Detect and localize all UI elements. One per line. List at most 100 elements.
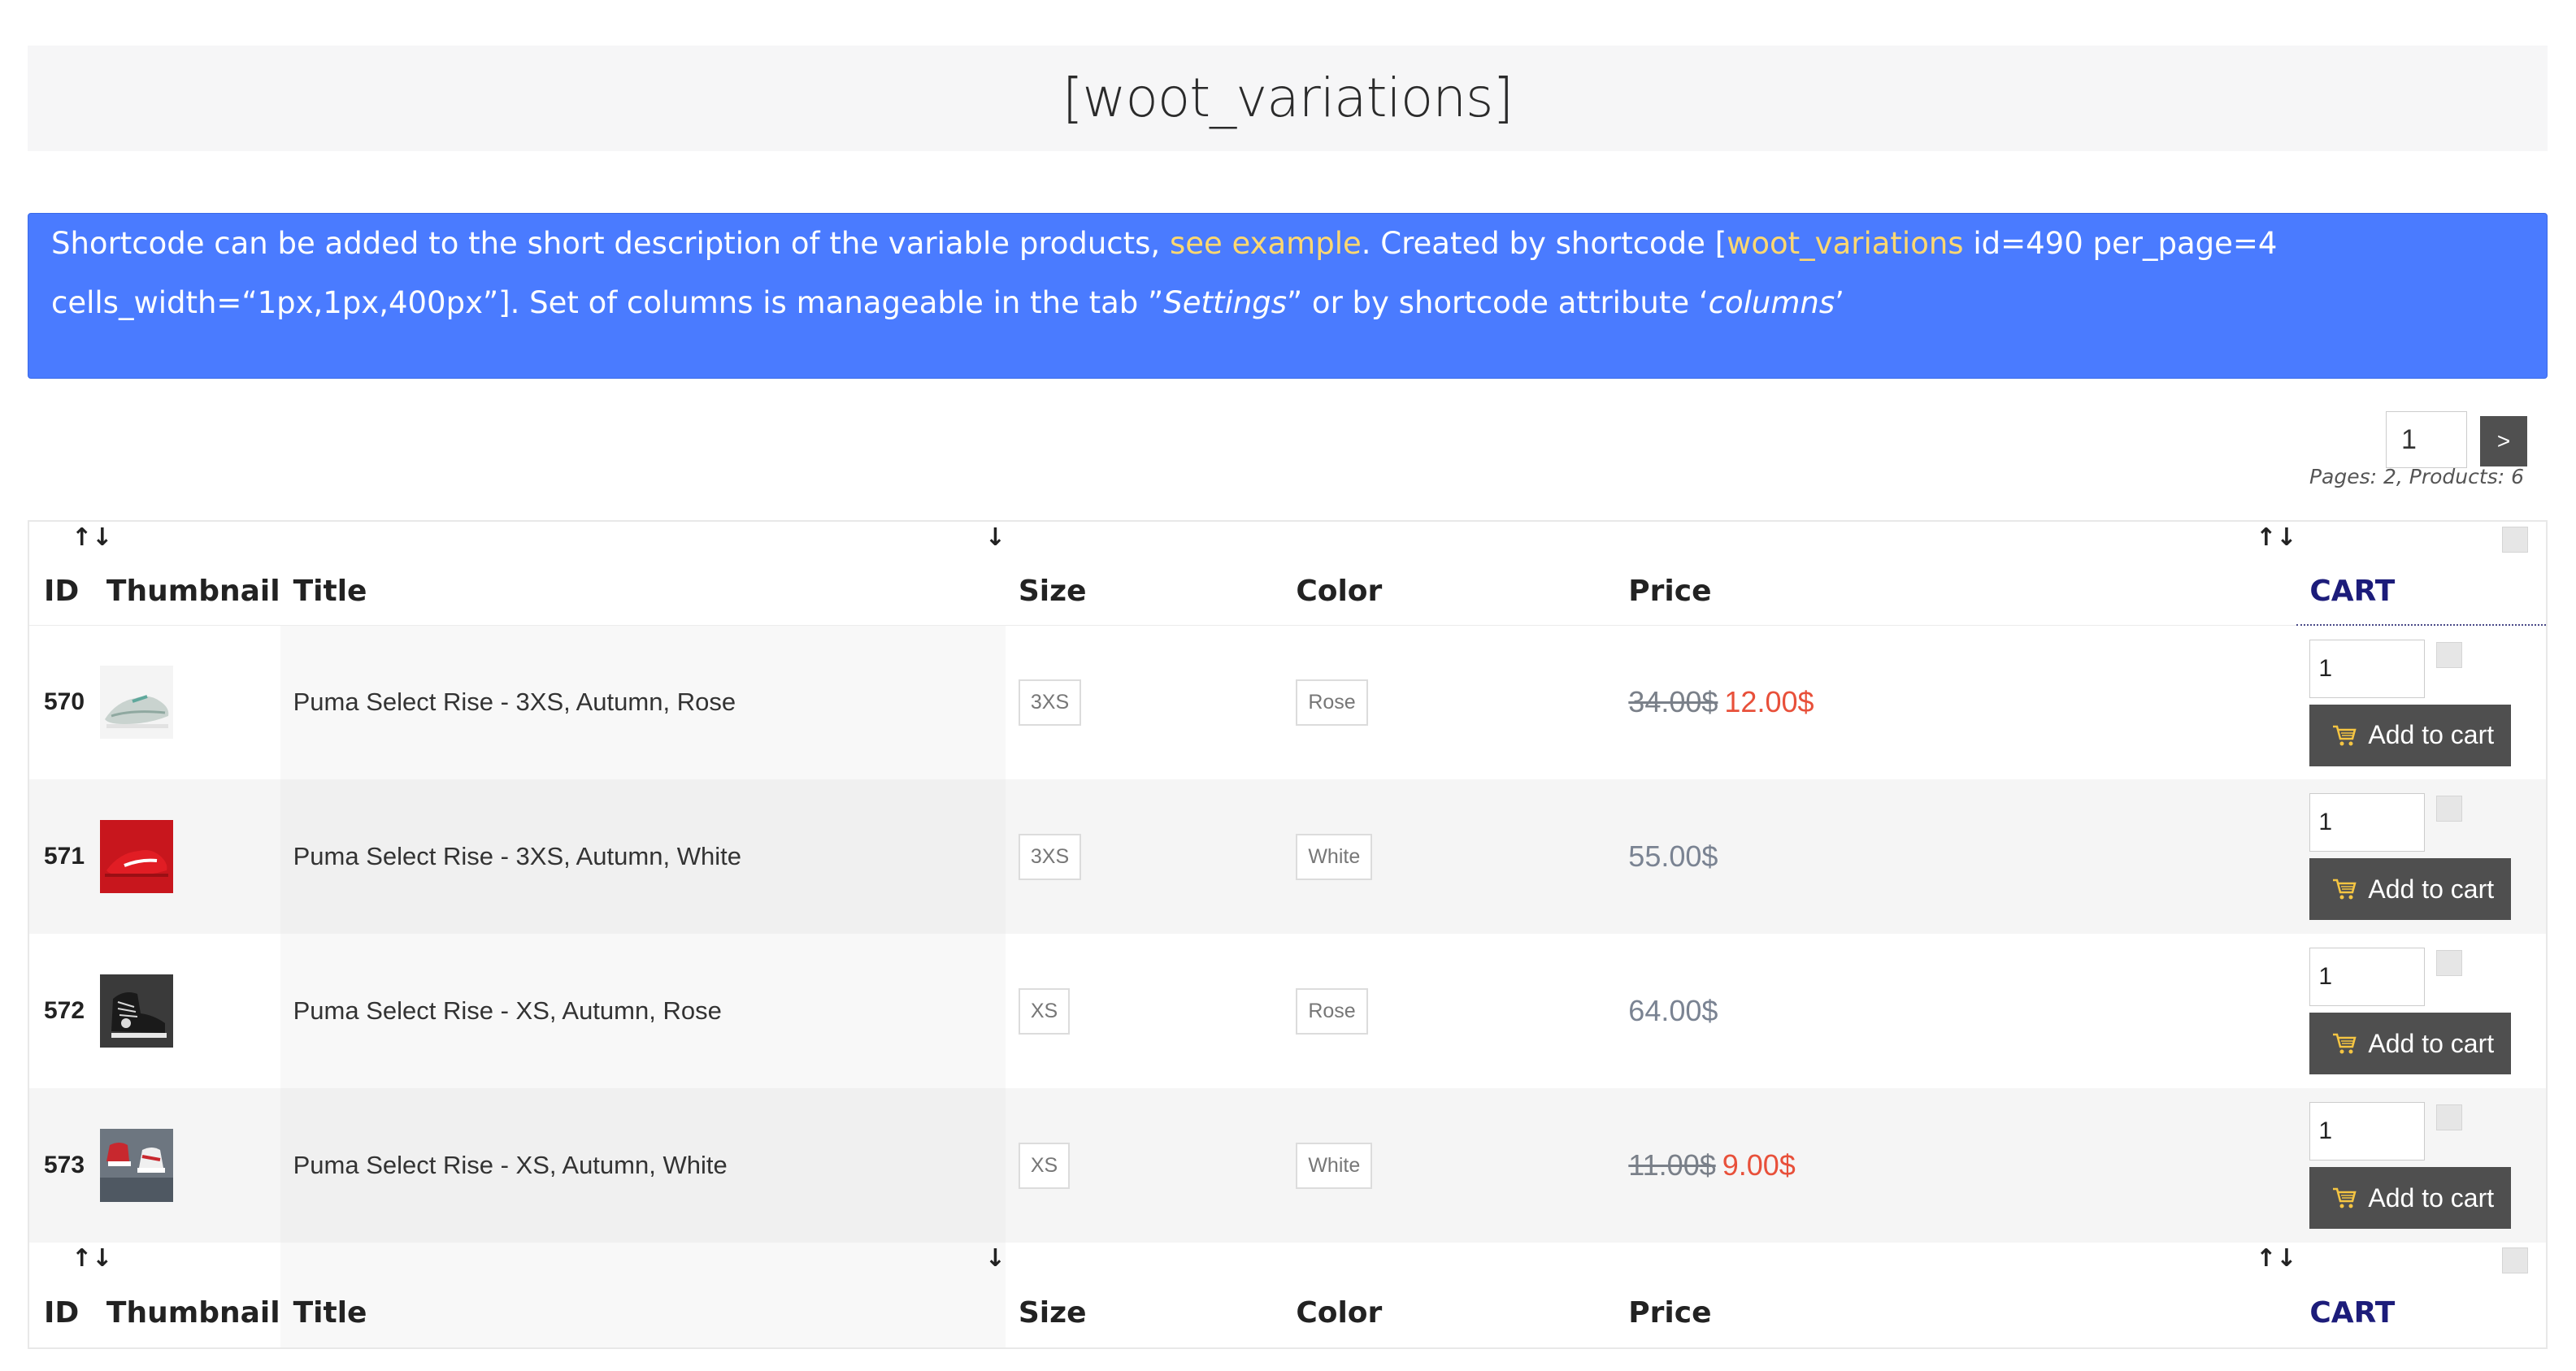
quantity-input[interactable]: 1 xyxy=(2309,793,2426,852)
column-header-cart: CART xyxy=(2296,521,2547,626)
product-title: Puma Select Rise - XS, Autumn, Rose xyxy=(293,996,722,1025)
table-row: 570 Puma Select Rise - 3XS, Autumn, Rose… xyxy=(28,625,2547,779)
old-price: 11.00$ xyxy=(1628,1148,1716,1182)
product-title: Puma Select Rise - 3XS, Autumn, White xyxy=(293,842,741,870)
price-cell: 11.00$ 9.00$ xyxy=(1628,1088,2297,1243)
sort-icon[interactable]: ↑↓ xyxy=(2256,523,2296,552)
color-cell: Rose xyxy=(1296,934,1628,1088)
row-checkbox[interactable] xyxy=(2436,1104,2463,1130)
color-badge: Rose xyxy=(1296,679,1368,726)
thumbnail-cell xyxy=(93,934,280,1088)
page-title: [woot_variations] xyxy=(1062,67,1514,129)
shoe-redgray-icon[interactable] xyxy=(99,1129,173,1202)
size-badge: 3XS xyxy=(1018,833,1082,880)
quantity-input[interactable]: 1 xyxy=(2309,639,2426,698)
size-badge: 3XS xyxy=(1018,679,1082,726)
see-example-link[interactable]: see example xyxy=(1170,226,1362,261)
column-footer-price[interactable]: ↑↓ Price xyxy=(1628,1243,2296,1348)
notice-text-4: ” or by shortcode attribute ‘ xyxy=(1287,285,1709,320)
cart-icon xyxy=(2333,1033,2357,1054)
title-cell: Puma Select Rise - 3XS, Autumn, White xyxy=(280,779,1006,934)
size-cell: XS xyxy=(1005,1088,1297,1243)
size-badge: XS xyxy=(1018,987,1071,1035)
row-id: 573 xyxy=(28,1088,93,1243)
woot-variations-link[interactable]: woot_variations xyxy=(1727,226,1963,261)
title-cell: Puma Select Rise - XS, Autumn, White xyxy=(280,1088,1006,1243)
product-title: Puma Select Rise - XS, Autumn, White xyxy=(293,1151,728,1179)
page-title-box: [woot_variations] xyxy=(28,46,2548,151)
column-header-title[interactable]: ↓ Title xyxy=(280,521,1006,625)
columns-emphasis: columns xyxy=(1708,285,1835,320)
color-badge: Rose xyxy=(1296,987,1368,1035)
cart-icon xyxy=(2333,879,2357,900)
table-row: 571 Puma Select Rise - 3XS, Autumn, Whit… xyxy=(28,779,2547,934)
info-notice: Shortcode can be added to the short desc… xyxy=(28,213,2548,379)
sort-down-icon[interactable]: ↓ xyxy=(985,523,1006,552)
title-cell: Puma Select Rise - XS, Autumn, Rose xyxy=(280,934,1006,1088)
column-header-price[interactable]: ↑↓ Price xyxy=(1628,521,2296,625)
row-checkbox[interactable] xyxy=(2436,796,2463,822)
size-cell: XS xyxy=(1006,934,1296,1088)
select-all-checkbox[interactable] xyxy=(2502,1247,2528,1273)
pagination: 1 > Pages: 2, Products: 6 xyxy=(2309,411,2548,501)
add-to-cart-button[interactable]: Add to cart xyxy=(2309,704,2512,766)
table-row: 572 Puma Select Rise - XS, Autumn, Rose … xyxy=(28,934,2547,1088)
quantity-input[interactable]: 1 xyxy=(2309,948,2426,1006)
column-footer-cart: CART xyxy=(2296,1243,2547,1348)
column-footer-size: Size xyxy=(1018,1296,1087,1330)
notice-text-1: Shortcode can be added to the short desc… xyxy=(51,226,1170,261)
column-footer-color: Color xyxy=(1296,1296,1383,1330)
shoe-red-icon[interactable] xyxy=(99,820,173,893)
color-cell: Rose xyxy=(1296,625,1628,779)
notice-text-2: . Created by shortcode [ xyxy=(1361,226,1727,261)
select-all-checkbox[interactable] xyxy=(2502,527,2528,553)
shoe-black-icon[interactable] xyxy=(99,974,173,1048)
notice-text-5: ’ xyxy=(1835,285,1844,320)
row-checkbox[interactable] xyxy=(2436,642,2463,668)
column-header-size: Size xyxy=(1018,574,1087,608)
quantity-input[interactable]: 1 xyxy=(2309,1102,2426,1161)
product-title: Puma Select Rise - 3XS, Autumn, Rose xyxy=(293,688,736,717)
add-to-cart-button[interactable]: Add to cart xyxy=(2309,858,2512,920)
cart-cell: 1 Add to cart xyxy=(2296,625,2547,779)
column-header-id[interactable]: ↑↓ ID xyxy=(28,521,112,625)
page-number-input[interactable]: 1 xyxy=(2386,411,2467,468)
price-cell: 34.00$ 12.00$ xyxy=(1628,625,2296,779)
sort-icon[interactable]: ↑↓ xyxy=(2256,1244,2296,1273)
color-cell: White xyxy=(1296,1088,1629,1243)
title-cell: Puma Select Rise - 3XS, Autumn, Rose xyxy=(280,625,1006,779)
column-header-thumbnail: Thumbnail xyxy=(106,574,280,608)
row-id: 570 xyxy=(44,688,85,716)
row-id: 572 xyxy=(44,997,85,1024)
table-row: 573 Puma Select Rise - XS, Autumn, White… xyxy=(28,1088,2547,1243)
row-checkbox[interactable] xyxy=(2436,950,2463,976)
add-to-cart-button[interactable]: Add to cart xyxy=(2309,1013,2512,1074)
size-cell: 3XS xyxy=(1005,779,1297,934)
price-cell: 55.00$ xyxy=(1628,779,2297,934)
pagination-info: Pages: 2, Products: 6 xyxy=(2309,465,2524,488)
price: 55.00$ xyxy=(1628,840,1718,873)
price: 64.00$ xyxy=(1628,994,1718,1027)
price-cell: 64.00$ xyxy=(1628,934,2296,1088)
add-to-cart-button[interactable]: Add to cart xyxy=(2309,1167,2512,1229)
color-badge: White xyxy=(1296,833,1373,880)
cart-cell: 1 Add to cart xyxy=(2296,1088,2547,1243)
cart-icon xyxy=(2333,1187,2357,1208)
old-price: 34.00$ xyxy=(1628,685,1718,719)
row-id: 571 xyxy=(28,779,93,934)
shoe-gray-icon[interactable] xyxy=(99,666,173,740)
sale-price: 12.00$ xyxy=(1724,685,1814,719)
size-badge: XS xyxy=(1018,1142,1071,1189)
sort-down-icon[interactable]: ↓ xyxy=(985,1244,1006,1273)
column-footer-id[interactable]: ↑↓ ID xyxy=(28,1243,112,1348)
thumbnail-cell xyxy=(93,779,280,934)
table-header-row: ↑↓ ID Thumbnail ↓ Title Size Color ↑↓ Price… xyxy=(28,521,2547,626)
cart-cell: 1 Add to cart xyxy=(2296,934,2547,1088)
color-cell: White xyxy=(1296,779,1629,934)
column-header-color: Color xyxy=(1296,574,1383,608)
next-page-button[interactable]: > xyxy=(2480,416,2527,466)
column-footer-thumbnail: Thumbnail xyxy=(106,1296,280,1330)
settings-emphasis: Settings xyxy=(1163,285,1287,320)
color-badge: White xyxy=(1296,1142,1373,1189)
column-footer-title[interactable]: ↓ Title xyxy=(280,1243,1006,1348)
